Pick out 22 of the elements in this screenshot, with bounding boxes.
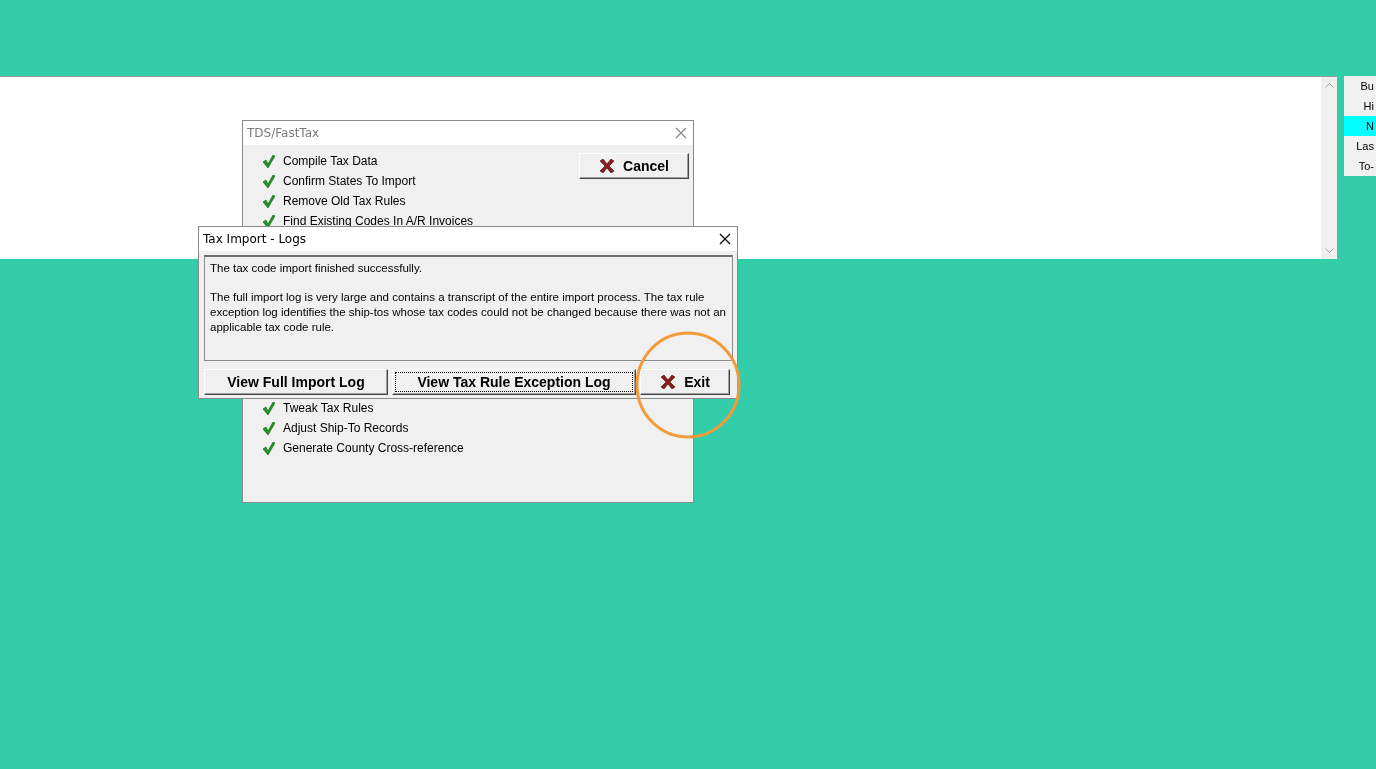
step-label: Generate County Cross-reference	[283, 441, 464, 455]
close-icon[interactable]	[719, 233, 731, 245]
log-button[interactable]: View Full Import Log	[204, 369, 388, 395]
step-label: Compile Tax Data	[283, 154, 378, 168]
exit-button[interactable]: Exit	[640, 369, 730, 395]
step-label: Adjust Ship-To Records	[283, 421, 409, 435]
scroll-down-icon[interactable]	[1324, 248, 1334, 253]
step-label: Tweak Tax Rules	[283, 401, 374, 415]
close-icon	[660, 375, 677, 389]
side-list-item[interactable]: N	[1344, 116, 1376, 136]
message-text: The full import log is very large and contains a transcript of the entire import process. The tax rule exception log identifies the ship-tos whose tax codes could not be changed because there was not an applicable tax code rule.	[210, 290, 727, 335]
log-button[interactable]: View Tax Rule Exception Log	[392, 369, 636, 395]
window-title: TDS/FastTax	[247, 126, 320, 140]
step-label: Remove Old Tax Rules	[283, 194, 406, 208]
message-text: The tax code import finished successfully.	[210, 261, 423, 276]
step-label: Confirm States To Import	[283, 174, 416, 188]
scroll-up-icon[interactable]	[1324, 83, 1334, 88]
step-label: Find Existing Codes In A/R Invoices	[283, 214, 474, 228]
cancel-button[interactable]: Cancel	[579, 153, 689, 179]
scrollbar[interactable]	[1321, 77, 1337, 259]
window-title: Tax Import - Logs	[203, 232, 307, 246]
close-icon	[599, 159, 616, 173]
